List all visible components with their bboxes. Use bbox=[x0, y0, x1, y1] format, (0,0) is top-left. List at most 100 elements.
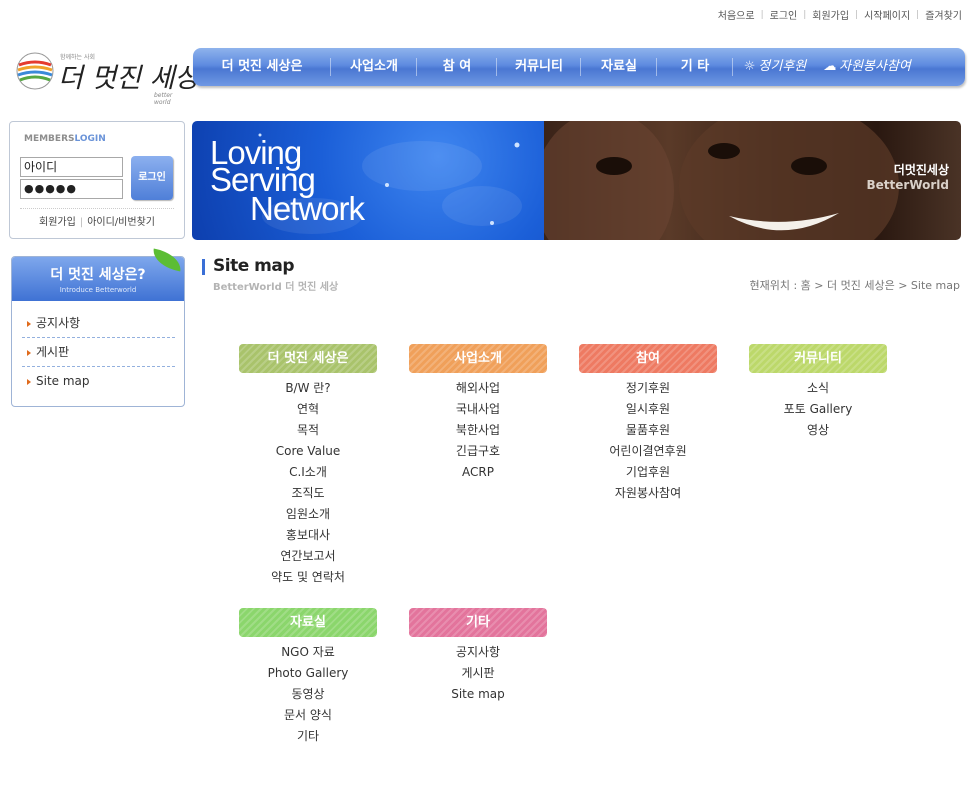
sitemap-group: 참여정기후원 일시후원 물품후원 어린이결연후원 기업후원 자원봉사참여 bbox=[579, 344, 717, 504]
password-input[interactable]: ●●●●● bbox=[20, 179, 123, 199]
sitemap-group: 더 멋진 세상은 B/W 란? 연혁 목적 Core Value C.I소개 조직도 임원소개… bbox=[239, 344, 377, 588]
sitemap-group-list: B/W 란? 연혁 목적 Core Value C.I소개 조직도 임원소개 홍보대사 연간보고… bbox=[239, 378, 377, 588]
sitemap-group-list: 정기후원 일시후원 물품후원 어린이결연후원 기업후원 자원봉사참여 bbox=[579, 378, 717, 504]
side-menu-item-board[interactable]: 게시판 bbox=[22, 338, 175, 367]
gnb-item-about[interactable]: 더 멋진 세상은 bbox=[193, 48, 331, 86]
find-account-link[interactable]: 아이디/비번찾기 bbox=[83, 217, 159, 228]
sitemap-link[interactable]: 동영상 bbox=[239, 684, 377, 705]
sitemap-link[interactable]: 물품후원 bbox=[579, 420, 717, 441]
sitemap-group-title[interactable]: 기타 bbox=[409, 608, 547, 637]
join-link[interactable]: 회원가입 bbox=[35, 217, 80, 228]
sitemap-link[interactable]: Core Value bbox=[239, 441, 377, 462]
side-menu-item-sitemap[interactable]: Site map bbox=[22, 367, 175, 396]
sitemap-group: 기타공지사항 게시판 Site map bbox=[409, 608, 547, 705]
page-title: Site map bbox=[213, 256, 295, 276]
logo-tagline-en: better world bbox=[154, 92, 173, 106]
sitemap-link[interactable]: 연혁 bbox=[239, 399, 377, 420]
sitemap-link[interactable]: 기타 bbox=[239, 726, 377, 747]
side-menu-item-notice[interactable]: 공지사항 bbox=[22, 309, 175, 338]
sitemap-link[interactable]: 공지사항 bbox=[409, 642, 547, 663]
global-nav: 더 멋진 세상은 사업소개 참 여 커뮤니티 자료실 기 타 ☼ 정기후원 ☁ … bbox=[193, 48, 965, 86]
sitemap-link[interactable]: 문서 양식 bbox=[239, 705, 377, 726]
sitemap-link[interactable]: 연간보고서 bbox=[239, 546, 377, 567]
side-menu-list: 공지사항 게시판 Site map bbox=[22, 309, 175, 396]
gnb-regular-donation[interactable]: ☼ 정기후원 bbox=[733, 48, 817, 86]
sitemap-group-title[interactable]: 자료실 bbox=[239, 608, 377, 637]
sitemap-link[interactable]: 자원봉사참여 bbox=[579, 483, 717, 504]
sitemap-link[interactable]: 긴급구호 bbox=[409, 441, 547, 462]
sitemap-link[interactable]: 조직도 bbox=[239, 483, 377, 504]
util-link[interactable]: 처음으로 bbox=[712, 7, 761, 22]
breadcrumb: 현재위치 : 홈 > 더 멋진 세상은 > Site map bbox=[749, 279, 961, 292]
sitemap-link[interactable]: 국내사업 bbox=[409, 399, 547, 420]
util-link[interactable]: 회원가입 bbox=[806, 7, 855, 22]
sitemap-link[interactable]: 일시후원 bbox=[579, 399, 717, 420]
sitemap-group-list: 해외사업 국내사업 북한사업 긴급구호 ACRP bbox=[409, 378, 547, 483]
gnb-item-participate[interactable]: 참 여 bbox=[417, 48, 497, 86]
sitemap-group-title[interactable]: 커뮤니티 bbox=[749, 344, 887, 373]
sitemap-link[interactable]: 목적 bbox=[239, 420, 377, 441]
banner-photo-panel: 더멋진세상 BetterWorld bbox=[544, 121, 961, 240]
volunteer-label: 자원봉사참여 bbox=[839, 59, 911, 74]
slogan-line-3: Network bbox=[250, 190, 365, 227]
banner-map-panel: Loving Serving Network bbox=[192, 121, 544, 240]
sitemap-group: 사업소개해외사업 국내사업 북한사업 긴급구호 ACRP bbox=[409, 344, 547, 483]
utility-links: 처음으로 | 로그인 | 회원가입 | 시작페이지 | 즐겨찾기 bbox=[712, 7, 968, 23]
sitemap-link[interactable]: Photo Gallery bbox=[239, 663, 377, 684]
sitemap-group-title[interactable]: 참여 bbox=[579, 344, 717, 373]
gnb-item-business[interactable]: 사업소개 bbox=[331, 48, 417, 86]
sitemap-link[interactable]: 해외사업 bbox=[409, 378, 547, 399]
sitemap-link[interactable]: 포토 Gallery bbox=[749, 399, 887, 420]
sitemap-group-list: NGO 자료 Photo Gallery 동영상 문서 양식 기타 bbox=[239, 642, 377, 747]
main-banner: Loving Serving Network 더멋진세상 BetterWorld bbox=[192, 121, 961, 240]
site-logo[interactable]: 함께하는 사회 더 멋진 세상 better world bbox=[14, 48, 199, 106]
sitemap-link[interactable]: B/W 란? bbox=[239, 378, 377, 399]
sitemap-link[interactable]: C.I소개 bbox=[239, 462, 377, 483]
util-link[interactable]: 로그인 bbox=[764, 7, 804, 22]
sitemap-group: 자료실 NGO 자료 Photo Gallery 동영상 문서 양식 기타 bbox=[239, 608, 377, 747]
login-title-members: MEMBERS bbox=[24, 134, 75, 144]
sitemap-link[interactable]: 기업후원 bbox=[579, 462, 717, 483]
sitemap-link[interactable]: 홍보대사 bbox=[239, 525, 377, 546]
login-divider bbox=[20, 208, 174, 209]
regular-donation-label: 정기후원 bbox=[758, 59, 807, 74]
id-input[interactable]: 아이디 bbox=[20, 157, 123, 177]
banner-brand-en: BetterWorld bbox=[866, 178, 950, 192]
login-title: MEMBERSLOGIN bbox=[24, 134, 106, 144]
sitemap-link[interactable]: 임원소개 bbox=[239, 504, 377, 525]
sitemap-link[interactable]: 약도 및 연락처 bbox=[239, 567, 377, 588]
sitemap-group-title[interactable]: 사업소개 bbox=[409, 344, 547, 373]
sitemap-link[interactable]: 게시판 bbox=[409, 663, 547, 684]
login-button[interactable]: 로그인 bbox=[131, 156, 173, 200]
gnb-item-community[interactable]: 커뮤니티 bbox=[497, 48, 581, 86]
sitemap-group-list: 공지사항 게시판 Site map bbox=[409, 642, 547, 705]
title-bar bbox=[202, 259, 205, 275]
sitemap-link[interactable]: 영상 bbox=[749, 420, 887, 441]
login-title-login: LOGIN bbox=[74, 134, 106, 144]
side-menu-subtitle: Introduce Betterworld bbox=[59, 286, 137, 294]
sitemap-group-title[interactable]: 더 멋진 세상은 bbox=[239, 344, 377, 373]
logo-name: 더 멋진 세상 bbox=[58, 63, 200, 94]
sun-icon: ☼ bbox=[743, 59, 756, 74]
globe-logo-icon bbox=[16, 52, 54, 90]
login-links: 회원가입 | 아이디/비번찾기 bbox=[10, 213, 184, 228]
gnb-volunteer[interactable]: ☁ 자원봉사참여 bbox=[817, 48, 917, 86]
cloud-icon: ☁ bbox=[823, 59, 837, 74]
login-box: MEMBERSLOGIN 아이디 ●●●●● 로그인 회원가입 | 아이디/비번찾기 bbox=[9, 121, 185, 239]
sitemap-link[interactable]: 어린이결연후원 bbox=[579, 441, 717, 462]
sitemap-link[interactable]: NGO 자료 bbox=[239, 642, 377, 663]
sitemap-link[interactable]: 북한사업 bbox=[409, 420, 547, 441]
sitemap-group: 커뮤니티소식 포토 Gallery 영상 bbox=[749, 344, 887, 441]
sitemap-link[interactable]: 정기후원 bbox=[579, 378, 717, 399]
util-link[interactable]: 시작페이지 bbox=[858, 7, 916, 22]
banner-brand-ko: 더멋진세상 bbox=[893, 163, 949, 177]
util-link[interactable]: 즐겨찾기 bbox=[919, 7, 968, 22]
sitemap-link[interactable]: 소식 bbox=[749, 378, 887, 399]
side-menu-header: 더 멋진 세상은? Introduce Betterworld bbox=[12, 257, 184, 301]
gnb-item-archive[interactable]: 자료실 bbox=[581, 48, 657, 86]
sitemap-link[interactable]: Site map bbox=[409, 684, 547, 705]
sitemap-link[interactable]: ACRP bbox=[409, 462, 547, 483]
page-subtitle: BetterWorld 더 멋진 세상 bbox=[213, 282, 339, 293]
sitemap-group-list: 소식 포토 Gallery 영상 bbox=[749, 378, 887, 441]
gnb-item-etc[interactable]: 기 타 bbox=[657, 48, 733, 86]
